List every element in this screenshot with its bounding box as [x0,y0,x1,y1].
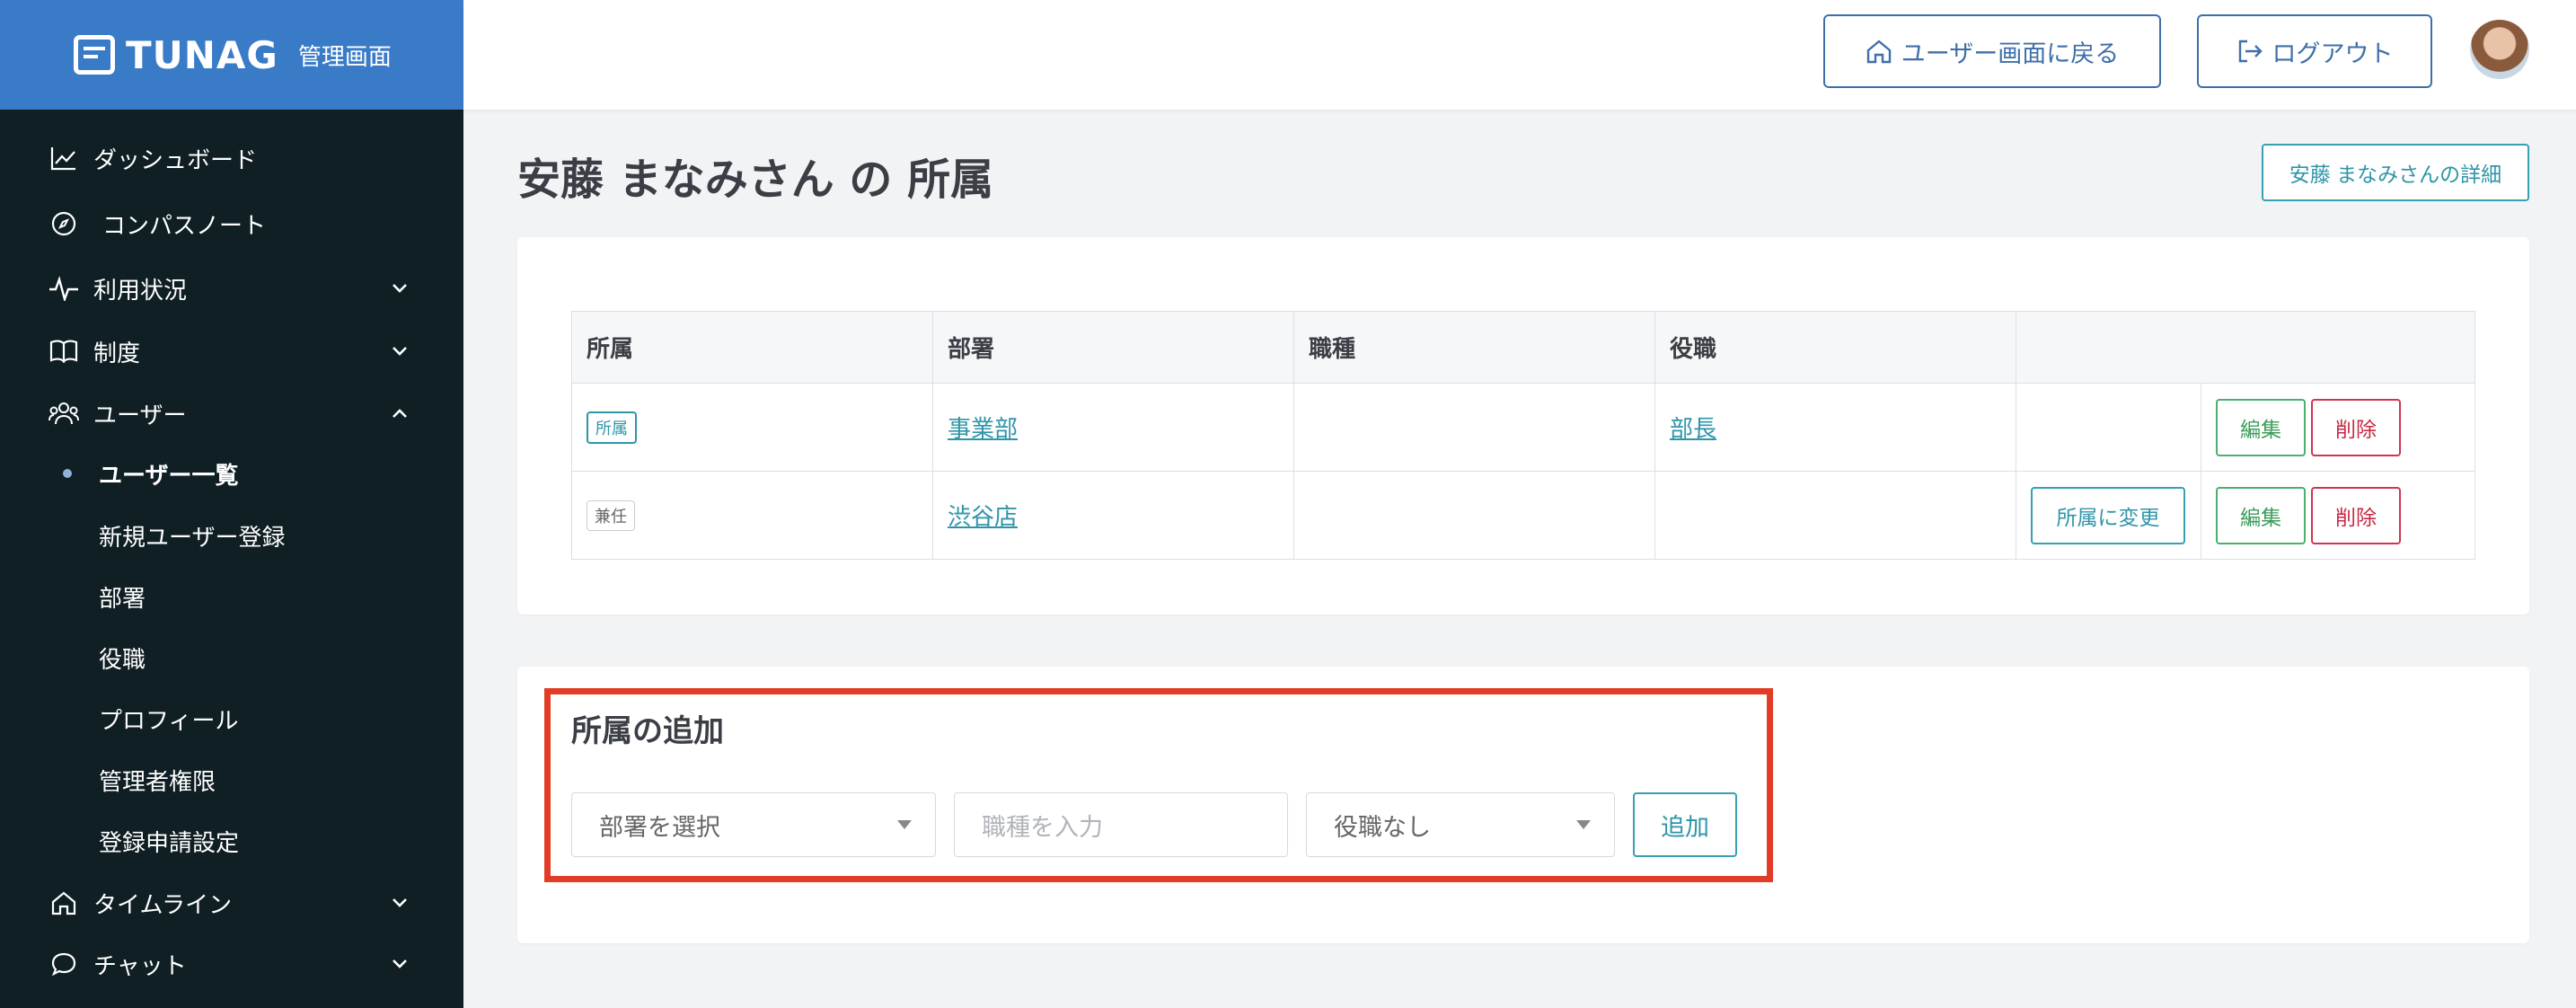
table-row: 兼任 渋谷店 所属に変更 編集 削除 [571,471,2475,560]
table-header-row: 所属 部署 職種 役職 [571,311,2475,384]
chevron-down-icon [393,898,407,907]
affiliation-type-cell: 所属 [571,383,933,472]
table-row: 所属 事業部 部長 編集 削除 [571,383,2475,472]
affiliation-badge: 所属 [587,411,637,444]
sidebar-subitem-label: 役職 [99,646,146,674]
department-cell: 渋谷店 [932,471,1294,560]
job-type-placeholder: 職種を入力 [982,813,1103,842]
sidebar-item-label: 制度 [93,340,141,367]
job-type-cell [1293,383,1655,472]
concurrent-badge: 兼任 [587,500,635,531]
sidebar-item-timeline[interactable]: タイムライン [0,876,463,930]
caret-down-icon [1576,820,1591,829]
sidebar-subitem-profile[interactable]: プロフィール [0,694,463,744]
sidebar-item-label: コンパスノート [102,212,267,240]
column-header-department: 部署 [932,311,1294,384]
sidebar-item-chat[interactable]: チャット [0,937,463,991]
affiliation-type-cell: 兼任 [571,471,933,560]
department-link[interactable]: 渋谷店 [948,504,1018,531]
department-cell: 事業部 [932,383,1294,472]
column-header-actions [2016,311,2475,384]
chevron-down-icon [393,347,407,356]
sidebar-item-dashboard[interactable]: ダッシュボード [0,131,463,185]
affiliation-table: 所属 部署 職種 役職 所属 事業部 部長 編集 削除 兼任 渋谷店 所属に変更… [571,311,2475,560]
sidebar-subitem-label: 部署 [99,585,146,613]
logout-button-label: ログアウト [2272,40,2394,68]
sidebar-item-compass-note[interactable]: コンパスノート [0,197,463,251]
edit-button[interactable]: 編集 [2216,486,2306,544]
users-icon [49,398,79,429]
back-to-user-screen-button[interactable]: ユーザー画面に戻る [1823,14,2161,88]
caret-down-icon [897,820,912,829]
delete-button[interactable]: 削除 [2311,398,2401,456]
sidebar: TUNAG 管理画面 ダッシュボード コンパスノート 利用状況 制度 ユーザー [0,0,463,1008]
sidebar-subitem-user-list[interactable]: ユーザー一覧 [0,448,463,499]
back-button-label: ユーザー画面に戻る [1901,40,2120,68]
avatar[interactable] [2470,20,2529,79]
book-icon [49,336,79,367]
position-link[interactable]: 部長 [1670,416,1716,443]
edit-button[interactable]: 編集 [2216,398,2306,456]
sidebar-subitem-registration-settings[interactable]: 登録申請設定 [0,816,463,866]
compass-icon [49,208,79,239]
position-cell: 部長 [1654,383,2016,472]
add-affiliation-title: 所属の追加 [571,713,724,749]
department-select[interactable]: 部署を選択 [571,792,936,857]
move-cell: 所属に変更 [2016,471,2201,560]
tunag-logo-icon [74,35,115,75]
logout-icon [2238,40,2263,63]
sidebar-subitem-admin-rights[interactable]: 管理者権限 [0,755,463,805]
sidebar-subitem-label: プロフィール [99,707,239,735]
actions-cell: 編集 削除 [2201,471,2475,560]
sidebar-subitem-department[interactable]: 部署 [0,571,463,622]
position-cell [1654,471,2016,560]
department-select-value: 部署を選択 [599,813,720,842]
home-icon [49,888,79,918]
actions-cell: 編集 削除 [2201,383,2475,472]
sidebar-subitem-new-user[interactable]: 新規ユーザー登録 [0,510,463,561]
activity-icon [49,273,79,304]
sidebar-subitem-label: 管理者権限 [99,768,216,796]
job-type-cell [1293,471,1655,560]
active-dot [63,469,72,478]
sidebar-item-system[interactable]: 制度 [0,324,463,378]
sidebar-subitem-label: 登録申請設定 [99,829,240,857]
sidebar-item-label: 利用状況 [93,277,188,305]
chat-icon [49,949,79,979]
change-to-primary-button[interactable]: 所属に変更 [2031,486,2185,544]
chevron-down-icon [393,284,407,293]
chevron-up-icon [393,409,407,418]
column-header-affiliation: 所属 [571,311,933,384]
brand-subtitle: 管理画面 [297,43,392,71]
column-header-job-type: 職種 [1293,311,1655,384]
position-select[interactable]: 役職なし [1306,792,1615,857]
logout-button[interactable]: ログアウト [2197,14,2432,88]
sidebar-item-label: ユーザー [93,402,187,429]
job-type-input[interactable]: 職種を入力 [954,792,1288,857]
home-icon [1866,40,1891,64]
brand-name: TUNAG [126,32,278,77]
chart-line-icon [49,143,79,173]
sidebar-item-label: ダッシュボード [93,146,258,174]
sidebar-subitem-label: ユーザー一覧 [99,462,239,490]
sidebar-item-label: タイムライン [93,891,233,919]
affiliation-card: 所属 部署 職種 役職 所属 事業部 部長 編集 削除 兼任 渋谷店 所属に変更… [517,237,2529,615]
sidebar-subitem-label: 新規ユーザー登録 [99,524,286,552]
add-button[interactable]: 追加 [1633,792,1737,857]
sidebar-item-usage[interactable]: 利用状況 [0,261,463,315]
sidebar-item-label: チャット [93,952,187,980]
chevron-down-icon [393,959,407,968]
user-detail-button[interactable]: 安藤 まなみさんの詳細 [2262,144,2529,201]
sidebar-subitem-position[interactable]: 役職 [0,632,463,683]
column-header-position: 役職 [1654,311,2016,384]
sidebar-item-users[interactable]: ユーザー [0,386,463,440]
page-title: 安藤 まなみさん の 所属 [517,155,994,205]
delete-button[interactable]: 削除 [2311,486,2401,544]
brand-header[interactable]: TUNAG 管理画面 [0,0,463,110]
department-link[interactable]: 事業部 [948,416,1018,443]
position-select-value: 役職なし [1334,813,1431,842]
move-cell [2016,383,2201,472]
